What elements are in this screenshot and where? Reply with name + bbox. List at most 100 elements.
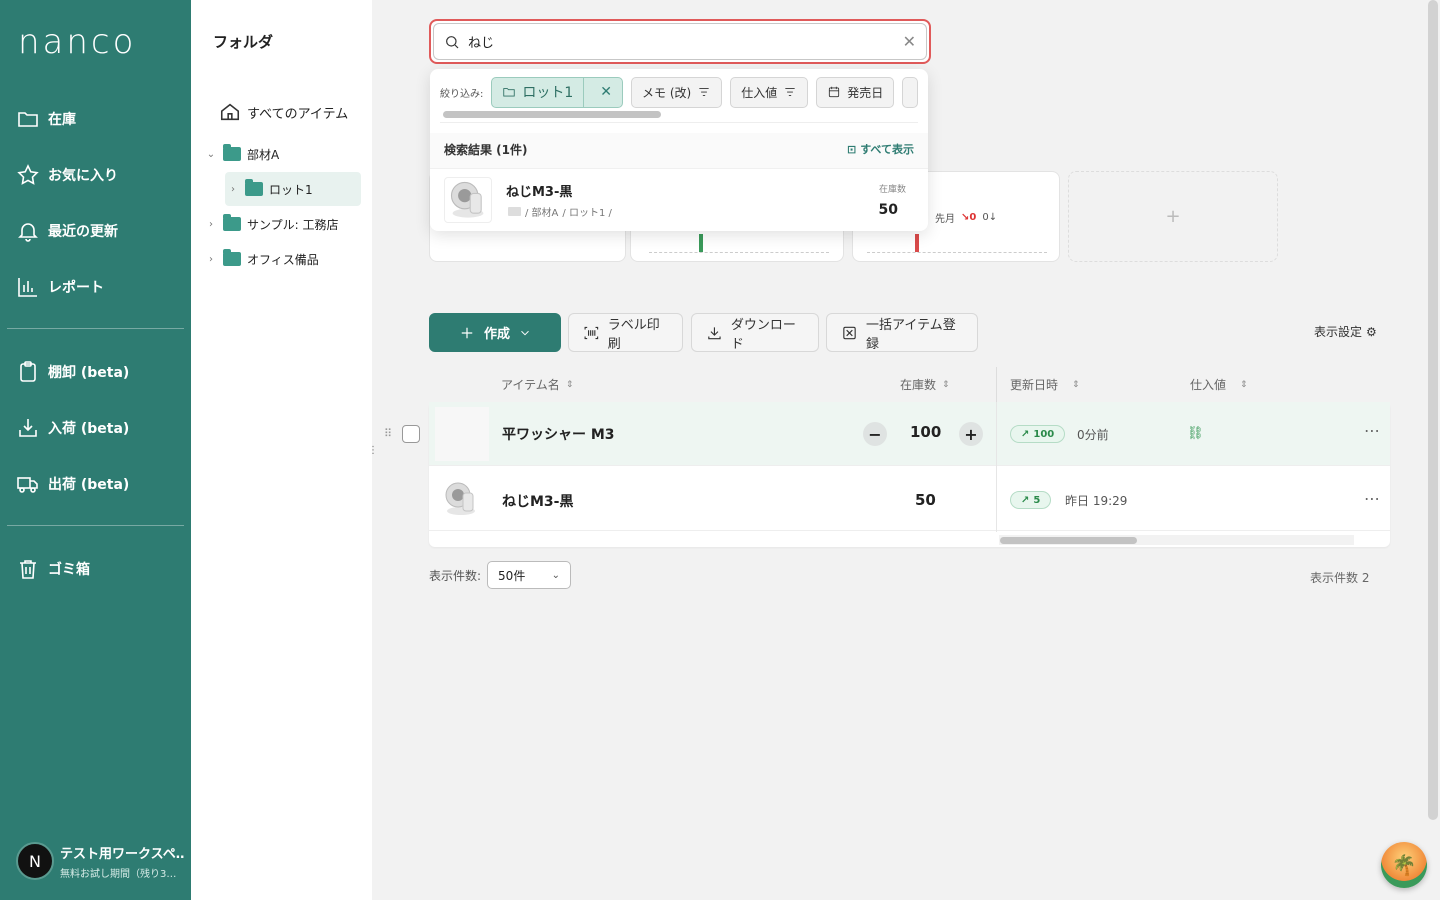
drag-handle-icon[interactable]: ⠿ xyxy=(384,427,392,440)
tree-item-sample[interactable]: › サンプル: 工務店 xyxy=(205,207,339,241)
tree-item-label: サンプル: 工務店 xyxy=(247,217,339,232)
badge-value: 100 xyxy=(1033,428,1055,440)
display-settings-button[interactable]: 表示設定 ⚙ xyxy=(1314,323,1377,340)
sidebar-item-inventory[interactable]: 在庫 xyxy=(16,104,76,134)
search-input[interactable] xyxy=(468,34,895,49)
item-qty[interactable]: 50 xyxy=(915,491,936,509)
tree-item-folder-a[interactable]: ⌄ 部材A xyxy=(205,137,279,171)
table-row[interactable]: 平ワッシャー M3 − 100 + ↗ 100 0分前 ⛓ ⋯ xyxy=(429,402,1390,466)
item-thumbnail-image xyxy=(450,181,484,218)
stat-last-month: 先月 ↘0 0↓ xyxy=(935,210,997,225)
sidebar-item-label: お気に入り xyxy=(48,168,118,184)
workspace-info: テスト用ワークスペ… 無料お試し期間（残り3… xyxy=(60,843,184,880)
search-result-item[interactable]: ねじM3-黒 / 部材A / ロット1 / 在庫数 50 xyxy=(430,170,928,231)
filter-chip-main[interactable]: ロット1 xyxy=(492,77,585,107)
filter-chip-label: メモ (改) xyxy=(642,85,692,100)
chevron-right-icon[interactable]: › xyxy=(205,254,217,265)
page-scrollbar[interactable] xyxy=(1428,0,1438,820)
filter-chip-price[interactable]: 仕入値 xyxy=(730,76,809,108)
clear-search-icon[interactable]: ✕ xyxy=(903,32,916,51)
filter-scrollbar-thumb[interactable] xyxy=(443,111,661,118)
clipboard-icon xyxy=(20,361,36,382)
sidebar-item-favorites[interactable]: お気に入り xyxy=(16,160,118,190)
chevron-down-icon xyxy=(521,330,529,335)
table-row[interactable]: ねじM3-黒 50 ↗ 5 昨日 19:29 ⋯ xyxy=(429,467,1390,531)
search-inner: ✕ xyxy=(433,23,927,60)
arrow-up-right-icon: ↗ xyxy=(1021,494,1030,506)
main-content: 先月 ↘0 0↓ + 作成 ラベル印刷 ダウンロード 一括アイテム登録 表示設定… xyxy=(372,0,1440,900)
download-icon xyxy=(708,326,721,339)
chevron-right-icon[interactable]: › xyxy=(227,184,239,195)
sidebar-item-trash[interactable]: ゴミ箱 xyxy=(16,554,90,584)
result-name: ねじM3-黒 xyxy=(506,185,573,200)
plus-icon xyxy=(461,327,473,338)
sidebar-item-receiving[interactable]: 入荷 (beta) xyxy=(16,413,129,443)
sidebar-item-shipping[interactable]: 出荷 (beta) xyxy=(16,469,129,499)
filter-chip-folder[interactable]: ロット1 ✕ xyxy=(491,76,624,108)
sort-icon: ⇕ xyxy=(1240,379,1248,390)
search-box[interactable]: ✕ xyxy=(429,19,931,64)
assistant-button[interactable]: 🌴 xyxy=(1381,842,1427,888)
filter-icon xyxy=(785,88,795,96)
search-dropdown: 絞り込み: ロット1 ✕ メモ (改) 仕入値 発売日 検索結果 (1件) ⊡ … xyxy=(430,69,928,231)
filter-chip-more[interactable] xyxy=(902,76,918,108)
download-button[interactable]: ダウンロード xyxy=(691,313,819,352)
item-name[interactable]: 平ワッシャー M3 xyxy=(502,424,615,444)
row-checkbox[interactable] xyxy=(402,425,420,443)
folder-outline-icon xyxy=(503,88,516,97)
column-header-updated[interactable]: 更新日時 ⇕ xyxy=(1010,376,1080,393)
result-path: / 部材A / ロット1 / xyxy=(508,204,612,219)
app-logo[interactable]: nanco xyxy=(18,22,136,62)
trend-down-value: ↘0 xyxy=(961,212,977,223)
filter-chip-memo[interactable]: メモ (改) xyxy=(631,76,723,108)
qty-change-badge: ↗ 100 xyxy=(1010,425,1066,443)
horizontal-scrollbar-thumb[interactable] xyxy=(1000,537,1137,544)
scan-icon: ⊡ xyxy=(846,142,857,156)
folder-panel: フォルダ すべてのアイテム ⌄ 部材A › ロット1 › サンプル: 工務店 ›… xyxy=(191,0,372,900)
excel-icon xyxy=(843,326,856,339)
bulk-register-button[interactable]: 一括アイテム登録 xyxy=(826,313,978,352)
search-icon xyxy=(446,35,459,48)
folder-icon xyxy=(245,179,263,196)
column-header-name[interactable]: アイテム名 ⇕ xyxy=(501,376,573,393)
bulk-register-label: 一括アイテム登録 xyxy=(866,317,956,352)
tree-item-all[interactable]: すべてのアイテム xyxy=(219,95,348,129)
item-name[interactable]: ねじM3-黒 xyxy=(502,491,573,511)
chevron-right-icon[interactable]: › xyxy=(205,219,217,230)
workspace-trial: 無料お試し期間（残り3… xyxy=(60,868,177,880)
column-header-price[interactable]: 仕入値 ⇕ xyxy=(1190,376,1248,393)
updated-time: 0分前 xyxy=(1077,428,1109,442)
sidebar-item-stocktake[interactable]: 棚卸 (beta) xyxy=(16,357,129,387)
label-print-button[interactable]: ラベル印刷 xyxy=(568,313,683,352)
stat-last-month-label: 先月 xyxy=(935,214,955,225)
tree-item-label: ロット1 xyxy=(269,182,313,197)
column-header-qty[interactable]: 在庫数 ⇕ xyxy=(900,376,950,393)
column-divider xyxy=(996,402,997,532)
trend-down-number: 0 xyxy=(969,212,977,223)
sidebar-item-recent[interactable]: 最近の更新 xyxy=(16,216,118,246)
per-page-select[interactable]: 50件 ⌄ xyxy=(487,561,572,589)
display-settings-label: 表示設定 xyxy=(1314,325,1363,339)
qty-change-badge: ↗ 5 xyxy=(1010,491,1052,509)
decrement-button[interactable]: − xyxy=(863,422,887,446)
link-icon[interactable]: ⛓ xyxy=(1187,426,1204,441)
sidebar-item-reports[interactable]: レポート xyxy=(16,272,104,302)
workspace-name: テスト用ワークスペ… xyxy=(60,846,184,862)
create-button[interactable]: 作成 xyxy=(429,313,561,352)
remove-filter-icon[interactable]: ✕ xyxy=(590,84,622,100)
show-all-link[interactable]: ⊡ すべて表示 xyxy=(847,141,914,157)
plus-icon: + xyxy=(1165,206,1181,227)
workspace-switcher[interactable]: N テスト用ワークスペ… 無料お試し期間（残り3… xyxy=(16,842,184,880)
tree-item-office[interactable]: › オフィス備品 xyxy=(205,242,319,276)
row-menu-button[interactable]: ⋯ xyxy=(1364,489,1381,508)
filter-chip-release-date[interactable]: 発売日 xyxy=(816,76,895,108)
chevron-down-icon[interactable]: ⌄ xyxy=(205,149,217,160)
tree-item-lot1[interactable]: › ロット1 xyxy=(225,172,361,206)
add-stat-card-button[interactable]: + xyxy=(1068,171,1278,262)
dropdown-divider xyxy=(440,122,918,123)
increment-button[interactable]: + xyxy=(959,422,983,446)
row-menu-button[interactable]: ⋯ xyxy=(1364,421,1381,440)
item-qty[interactable]: 100 xyxy=(910,423,941,441)
sort-icon: ⇕ xyxy=(565,379,574,390)
pagination-per-page: 表示件数: 50件 ⌄ xyxy=(429,561,572,589)
